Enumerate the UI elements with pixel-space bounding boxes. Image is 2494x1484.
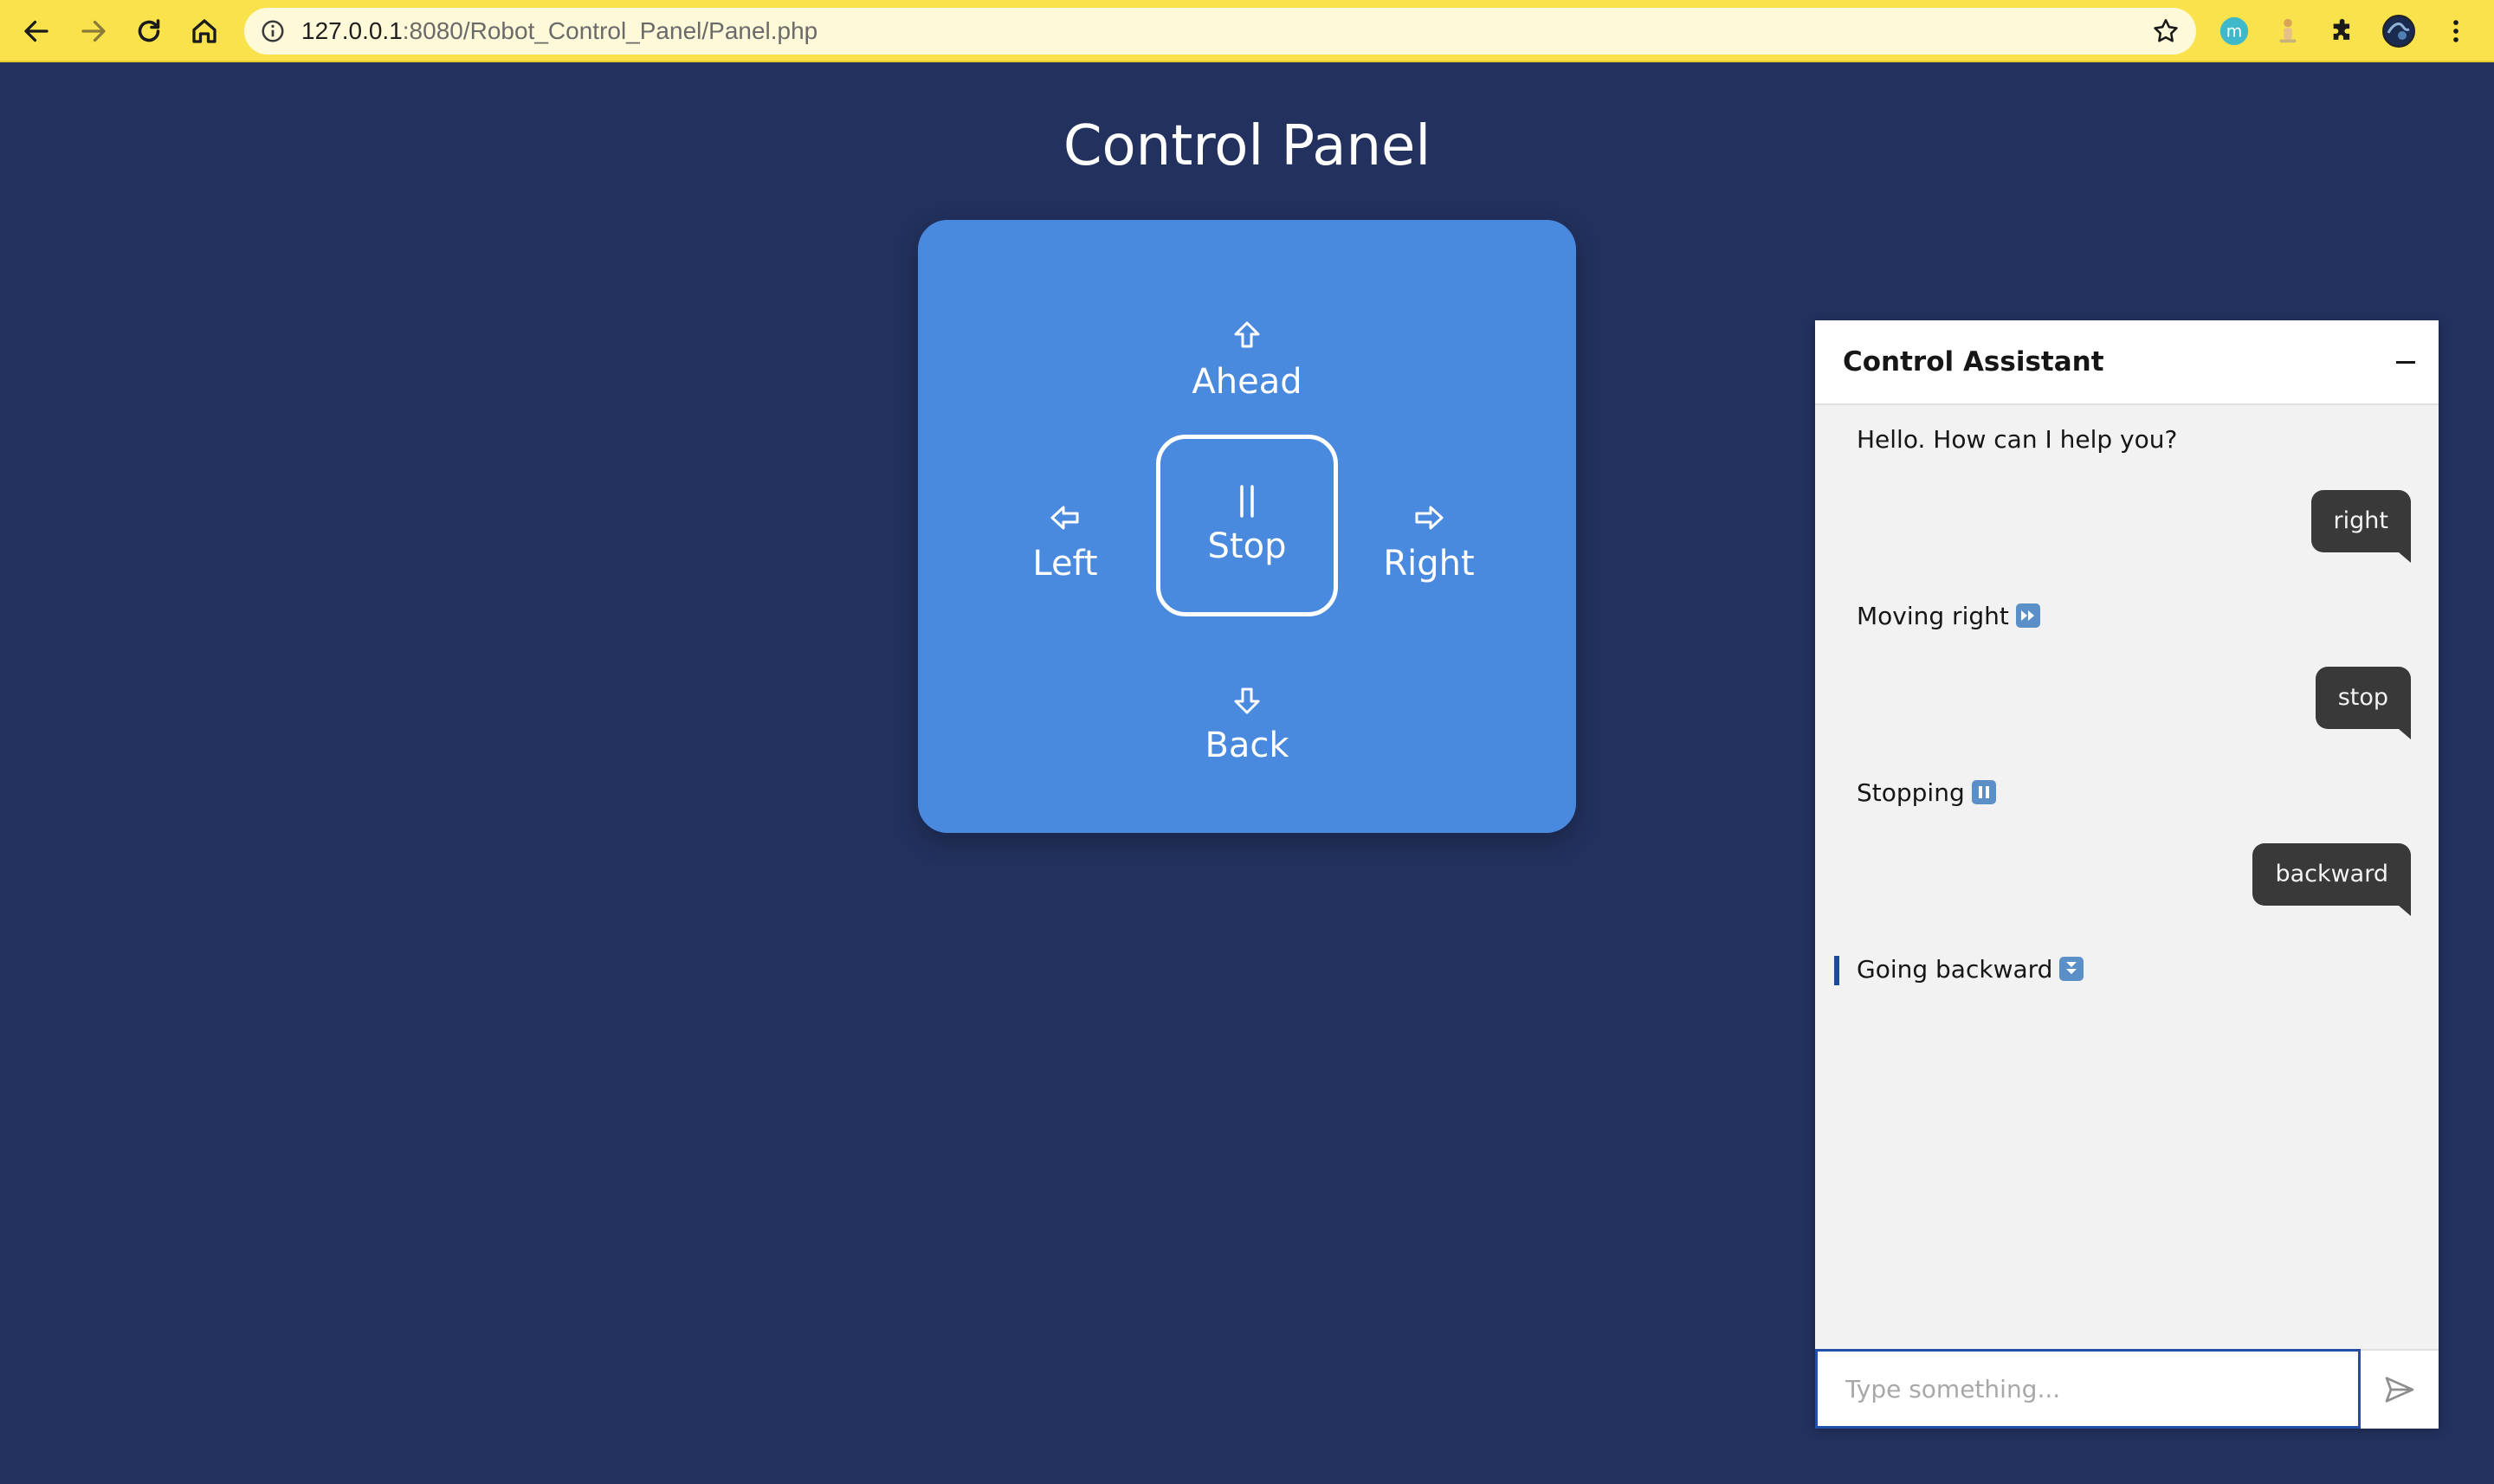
arrow-right-icon [1415,506,1444,530]
minimize-icon [2396,360,2415,364]
site-info-icon[interactable] [260,18,286,44]
message-focus-indicator [1834,956,1839,985]
back-arrow-icon[interactable] [17,12,55,50]
fast-forward-emoji [2015,603,2040,628]
back-label: Back [1205,726,1289,765]
fast-down-emoji [2059,957,2084,981]
puzzle-icon[interactable] [2326,14,2361,48]
stop-label: Stop [1207,526,1287,566]
left-button[interactable]: Left [974,469,1156,616]
chat-panel: Control Assistant Hello. How can I help … [1815,320,2439,1429]
url-host: 127.0.0.1 [301,17,403,44]
ahead-button[interactable]: Ahead [1156,287,1338,435]
bot-message: Moving right [1857,599,2040,634]
m-extension-icon[interactable]: m [2217,14,2252,48]
pause-icon [1240,485,1254,518]
browser-toolbar: 127.0.0.1:8080/Robot_Control_Panel/Panel… [0,0,2494,62]
chat-title: Control Assistant [1843,346,2104,377]
chat-input-container [1815,1349,2361,1429]
chat-input[interactable] [1818,1352,2358,1426]
user-message-text: backward [2275,861,2388,887]
ahead-label: Ahead [1192,362,1302,402]
chat-header: Control Assistant [1815,320,2439,405]
minimize-button[interactable] [2388,345,2423,379]
user-message-text: right [2333,507,2388,534]
pause-emoji [1971,780,1996,804]
arrow-up-icon [1234,321,1260,348]
user-message: stop [2315,667,2412,739]
chat-messages[interactable]: Hello. How can I help you? right Moving … [1815,405,2439,1278]
bot-message-text: Stopping [1857,778,1965,807]
back-button[interactable]: Back [1156,651,1338,798]
arrow-down-icon [1234,687,1260,714]
bot-message: Stopping [1857,776,1996,810]
user-message: backward [2252,843,2411,916]
user-message: right [2310,490,2412,563]
arrow-left-icon [1050,506,1079,530]
url-path: :8080/Robot_Control_Panel/Panel.php [402,17,818,44]
left-label: Left [1032,544,1098,584]
url-text[interactable]: 127.0.0.1:8080/Robot_Control_Panel/Panel… [301,8,817,55]
right-button[interactable]: Right [1338,469,1520,616]
user-message-text: stop [2337,684,2388,711]
control-pad: Ahead Left Stop Right Back [918,220,1576,833]
stop-button[interactable]: Stop [1156,435,1338,616]
m-extension-letter: m [2226,23,2243,42]
bookmark-star-icon[interactable] [2151,16,2181,46]
right-label: Right [1383,544,1475,584]
home-icon[interactable] [185,12,223,50]
profile-avatar[interactable] [2381,14,2416,48]
page-title: Control Panel [1063,114,1431,178]
bot-message: Going backward [1857,952,2084,987]
bot-message-text: Moving right [1857,602,2009,630]
figure-extension-icon[interactable] [2271,14,2305,48]
send-icon [2385,1377,2414,1403]
address-bar[interactable]: 127.0.0.1:8080/Robot_Control_Panel/Panel… [244,8,2196,55]
kebab-menu-icon[interactable] [2439,14,2473,48]
bot-message: Hello. How can I help you? [1857,423,2177,457]
bot-message-text: Hello. How can I help you? [1857,425,2178,454]
bot-message-text: Going backward [1857,955,2053,984]
forward-arrow-icon[interactable] [74,12,113,50]
send-button[interactable] [2361,1349,2439,1429]
reload-icon[interactable] [130,12,168,50]
